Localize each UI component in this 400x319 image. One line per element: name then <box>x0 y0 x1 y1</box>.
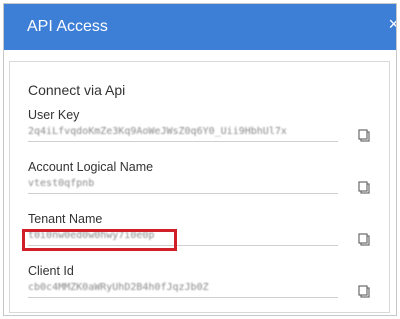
section-title: Connect via Api <box>28 82 126 98</box>
field-underline <box>28 193 338 194</box>
field-label: Client Id <box>28 264 74 278</box>
field-label: Account Logical Name <box>28 160 154 174</box>
field-underline <box>28 141 338 142</box>
api-access-dialog: API Access × Connect via Api User Key 2q… <box>3 3 397 316</box>
close-icon[interactable]: × <box>388 15 396 33</box>
dialog-body: Connect via Api User Key 2q4iLfvqdoKmZe3… <box>4 50 396 315</box>
field-value[interactable]: vtest0qfpnb <box>28 178 328 192</box>
field-label: Tenant Name <box>28 212 103 226</box>
field-underline <box>28 297 338 298</box>
highlight-box <box>22 229 177 251</box>
dialog-title: API Access <box>27 18 108 35</box>
field-client-id: Client Id cb0c4MMZK0aWRyUhD2B4h0fJqzJb0Z <box>28 264 373 312</box>
field-label: User Key <box>28 108 80 122</box>
dialog-header: API Access × <box>4 4 396 50</box>
field-value[interactable]: 2q4iLfvqdoKmZe3Kq9AoWeJWsZ0q6Y0_Uii9HbhU… <box>28 126 328 140</box>
field-value[interactable]: cb0c4MMZK0aWRyUhD2B4h0fJqzJb0Z <box>28 282 328 296</box>
copy-icon[interactable] <box>355 282 373 300</box>
copy-icon[interactable] <box>355 178 373 196</box>
copy-icon[interactable] <box>355 126 373 144</box>
field-tenant-name: Tenant Name t0i0nw0ed0w0hwy7i0e0p <box>22 212 373 260</box>
copy-icon[interactable] <box>355 230 373 248</box>
field-account-logical-name: Account Logical Name vtest0qfpnb <box>28 160 373 208</box>
field-user-key: User Key 2q4iLfvqdoKmZe3Kq9AoWeJWsZ0q6Y0… <box>28 108 373 156</box>
